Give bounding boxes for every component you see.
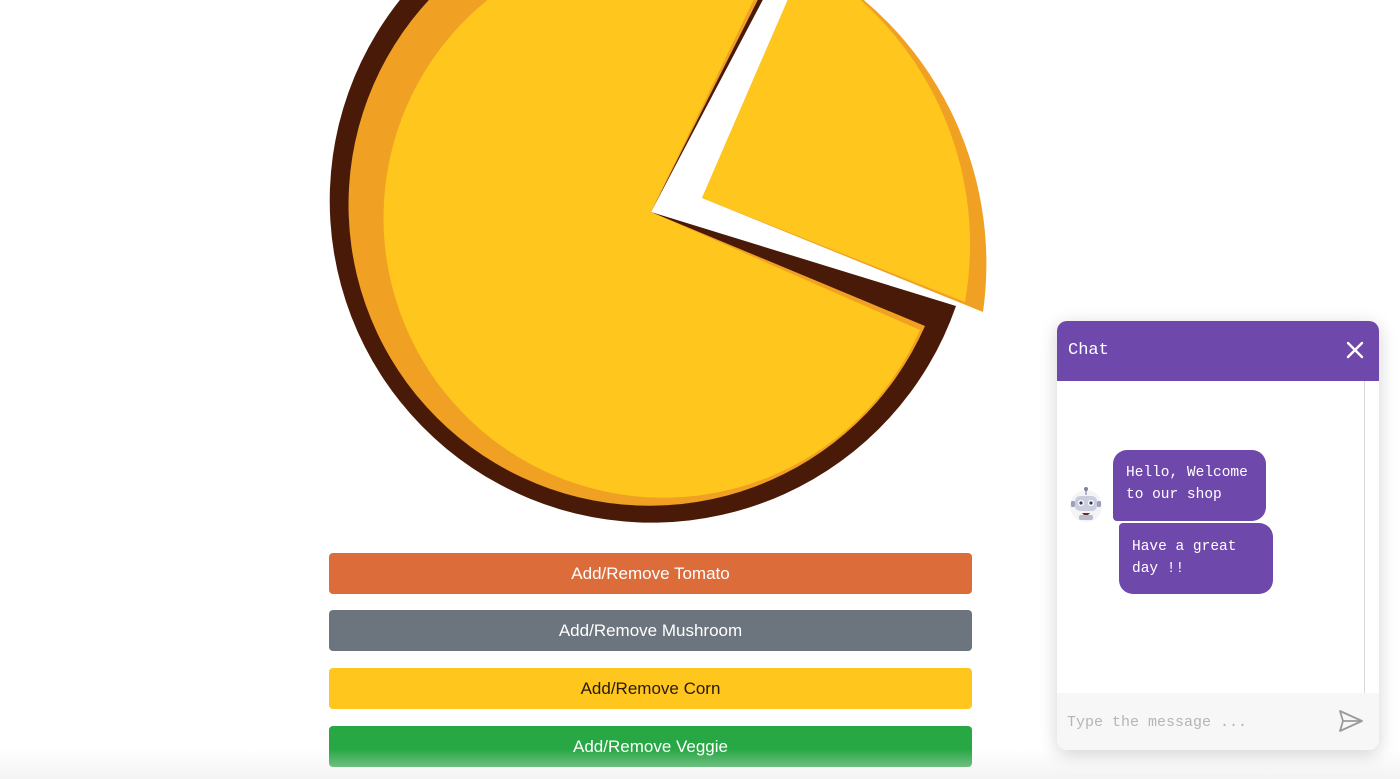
close-icon[interactable]	[1344, 339, 1366, 361]
send-icon[interactable]	[1338, 709, 1364, 733]
chat-title: Chat	[1068, 341, 1109, 360]
add-remove-corn-button[interactable]: Add/Remove Corn	[329, 668, 972, 709]
add-remove-tomato-button[interactable]: Add/Remove Tomato	[329, 553, 972, 594]
robot-icon	[1066, 485, 1106, 525]
pizza-svg	[329, 0, 987, 523]
add-remove-veggie-button[interactable]: Add/Remove Veggie	[329, 726, 972, 767]
pizza-illustration	[0, 0, 1000, 545]
chat-input-area	[1057, 693, 1379, 750]
chat-scrollbar[interactable]	[1364, 381, 1365, 693]
pizza-builder-page: Add/Remove Tomato Add/Remove Mushroom Ad…	[0, 0, 1400, 779]
chat-header: Chat	[1057, 321, 1379, 381]
chat-message-input[interactable]	[1067, 709, 1327, 735]
chat-messages: Hello, Welcome to our shop Have a great …	[1057, 381, 1363, 693]
chat-widget: Chat Hello, Welcome to our shop Have a g…	[1057, 321, 1379, 750]
chat-message-bot: Have a great day !!	[1119, 523, 1273, 594]
add-remove-mushroom-button[interactable]: Add/Remove Mushroom	[329, 610, 972, 651]
chat-message-bot: Hello, Welcome to our shop	[1113, 450, 1266, 521]
